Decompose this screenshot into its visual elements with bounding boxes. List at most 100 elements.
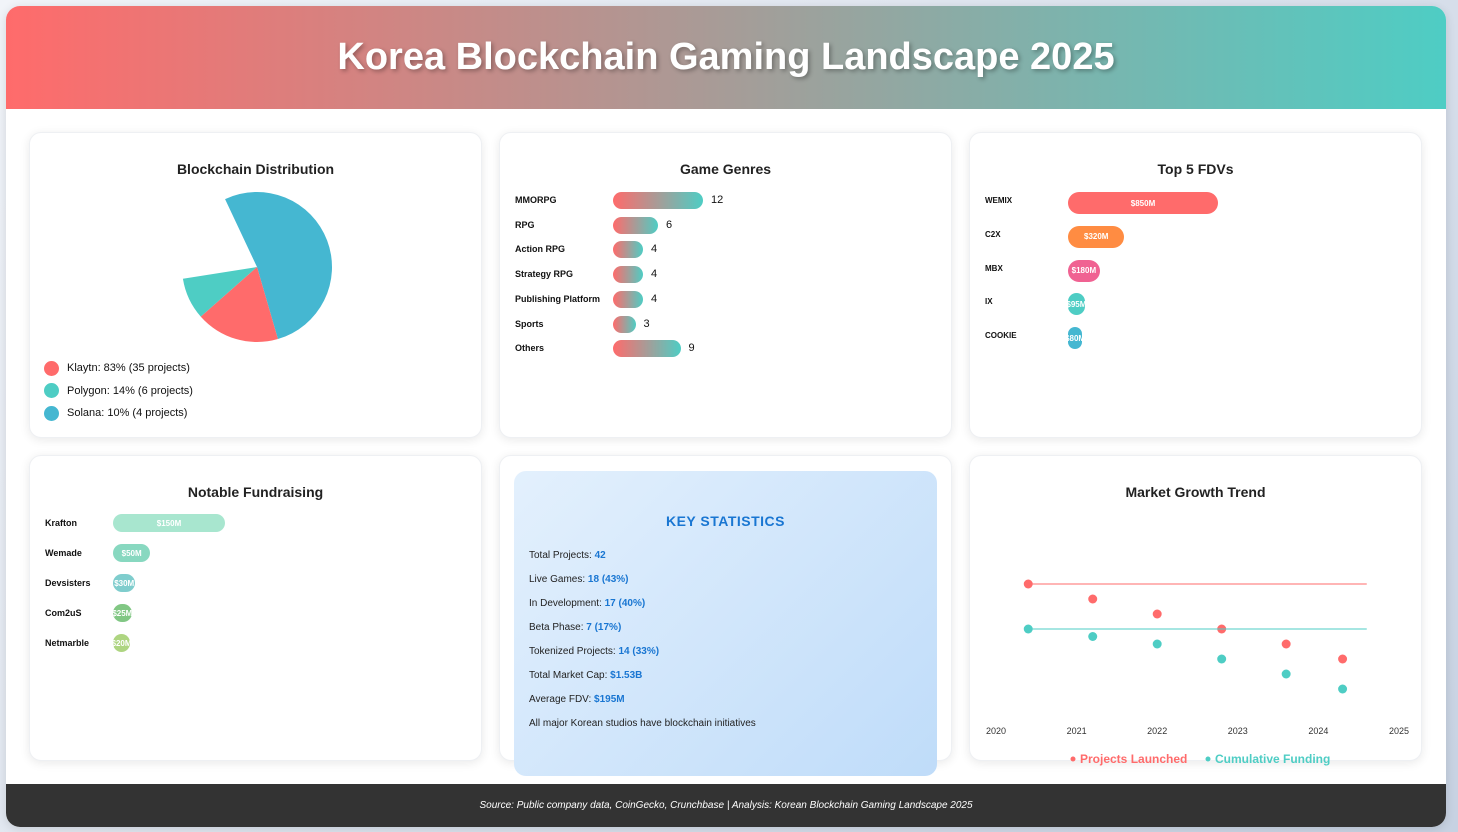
data-point	[1338, 684, 1348, 694]
top-fdvs-card: Top 5 FDVs WEMIX $850M C2X $320M MBX $180M IX $…	[969, 132, 1422, 438]
stat-value: $195M	[594, 694, 625, 705]
fundraising-card: Notable Fundraising Krafton $150M Wemade $5…	[29, 455, 482, 761]
fund-label: Devsisters	[45, 578, 91, 588]
data-point	[1023, 579, 1033, 589]
scatter-chart: 2020 2021 2022 2023 2024 2025 Projects Launche…	[986, 579, 1409, 766]
stat-value: 7 (17%)	[586, 622, 622, 633]
fdv-label: COOKIE	[985, 331, 1017, 341]
fund-bar: $150M	[113, 514, 225, 532]
genre-value: 4	[651, 268, 658, 281]
genre-value: 6	[666, 218, 673, 231]
fund-bar: $30M	[113, 574, 136, 592]
stat-label: All major Korean studios have blockchain…	[529, 718, 756, 729]
dashboard-frame: Korea Blockchain Gaming Landscape 2025 B…	[6, 6, 1446, 827]
footer: Source: Public company data, CoinGecko, …	[6, 784, 1446, 827]
stat-value: 18 (43%)	[587, 574, 629, 585]
stat-line: Total Market Cap: $1.53B	[529, 670, 642, 681]
genre-value: 12	[711, 194, 724, 206]
genre-bar	[613, 290, 643, 308]
genre-label: Publishing Platform	[515, 293, 601, 304]
fdv-bar: $180M	[1068, 259, 1100, 282]
genre-label: Others	[515, 343, 545, 354]
header: Korea Blockchain Gaming Landscape 2025	[6, 6, 1446, 109]
data-point	[1023, 624, 1033, 634]
stat-value: 17 (40%)	[604, 598, 646, 609]
fdv-label: WEMIX	[985, 196, 1013, 205]
market-growth-card: Market Growth Trend 2020 2021 2022 2023 2024…	[969, 455, 1422, 766]
x-tick-label: 2023	[1228, 726, 1248, 736]
game-genres-card: Game Genres MMORPG 12 RPG 6 Action RPG 4 Strat…	[499, 132, 952, 438]
page-title: Korea Blockchain Gaming Landscape 2025	[337, 36, 1115, 78]
stat-value: 42	[594, 550, 606, 561]
genre-value: 9	[688, 342, 695, 355]
data-point	[1338, 654, 1348, 664]
key-stats-panel: KEY STATISTICS Total Projects: 42 Live Ga…	[514, 471, 937, 776]
data-point	[1217, 654, 1227, 664]
data-point	[1152, 639, 1162, 649]
x-tick-label: 2024	[1308, 726, 1328, 736]
genre-bar	[613, 315, 636, 333]
fund-label: Wemade	[45, 548, 82, 558]
x-tick-label: 2020	[986, 726, 1006, 736]
genre-label: MMORPG	[515, 195, 557, 205]
stat-line: Total Projects: 42	[529, 550, 606, 561]
legend-swatch	[44, 360, 59, 376]
data-point	[1281, 669, 1291, 679]
fund-label: Com2uS	[45, 608, 82, 618]
data-point	[1281, 639, 1291, 649]
legend-label: Cumulative Funding	[1215, 752, 1330, 766]
stat-line: Tokenized Projects: 14 (33%)	[529, 646, 659, 657]
legend-label: Projects Launched	[1080, 752, 1187, 766]
legend-item: Klaytn: 83% (35 projects)	[44, 357, 193, 380]
fund-bar: $50M	[113, 544, 151, 562]
stat-line: In Development: 17 (40%)	[529, 598, 645, 609]
data-point	[1088, 632, 1098, 641]
stat-label: Average FDV:	[529, 694, 595, 705]
legend-item: Polygon: 14% (6 projects)	[44, 380, 193, 403]
fdv-label: MBX	[985, 263, 1003, 273]
pie-legend: Klaytn: 83% (35 projects) Polygon: 14% (…	[44, 357, 193, 425]
x-tick-label: 2025	[1389, 726, 1409, 736]
legend-label: Solana: 10% (4 projects)	[67, 407, 188, 420]
data-point	[1152, 609, 1162, 619]
footer-source: Source: Public company data, CoinGecko, …	[479, 800, 973, 811]
chart-title: Game Genres	[679, 161, 772, 177]
stat-label: Total Projects:	[529, 550, 595, 561]
genre-label: Strategy RPG	[515, 269, 574, 280]
genre-bar	[613, 266, 643, 284]
fund-bar: $20M	[113, 634, 130, 652]
genre-label: RPG	[515, 219, 535, 230]
legend-swatch	[44, 405, 59, 421]
key-stats-title: KEY STATISTICS	[665, 513, 785, 529]
fund-label: Netmarble	[45, 638, 90, 648]
legend-swatch	[44, 383, 59, 399]
fdv-bar: $95M	[1068, 293, 1085, 316]
genre-bar	[613, 340, 681, 358]
legend-swatch	[1070, 756, 1076, 762]
genre-label: Action RPG	[515, 244, 566, 255]
genre-bar	[613, 192, 703, 209]
stat-label: Total Market Cap:	[529, 670, 611, 681]
fdv-bar: $320M	[1068, 225, 1125, 248]
blockchain-distribution-card: Blockchain Distribution Klaytn: 83% (35 …	[29, 132, 482, 438]
legend-item: Solana: 10% (4 projects)	[44, 402, 193, 425]
stat-line: Beta Phase: 7 (17%)	[529, 622, 621, 633]
stat-value: $1.53B	[610, 670, 643, 681]
genre-label: Sports	[515, 318, 544, 329]
genre-bar	[613, 216, 658, 234]
fund-label: Krafton	[45, 518, 77, 528]
chart-title: Notable Fundraising	[187, 484, 324, 500]
genre-bar	[613, 241, 643, 259]
genre-value: 4	[651, 243, 658, 256]
fdv-label: IX	[985, 297, 993, 307]
legend-label: Klaytn: 83% (35 projects)	[67, 362, 190, 375]
fdv-bar: $80M	[1068, 327, 1083, 350]
fdv-bar: $850M	[1068, 192, 1218, 214]
stat-label: In Development:	[529, 598, 605, 609]
stat-label: Live Games:	[529, 574, 588, 585]
legend-label: Polygon: 14% (6 projects)	[67, 384, 193, 397]
fund-bar: $25M	[113, 604, 132, 622]
x-tick-label: 2022	[1147, 726, 1167, 736]
fdv-label: C2X	[985, 229, 1001, 239]
stat-line: Average FDV: $195M	[529, 694, 625, 705]
